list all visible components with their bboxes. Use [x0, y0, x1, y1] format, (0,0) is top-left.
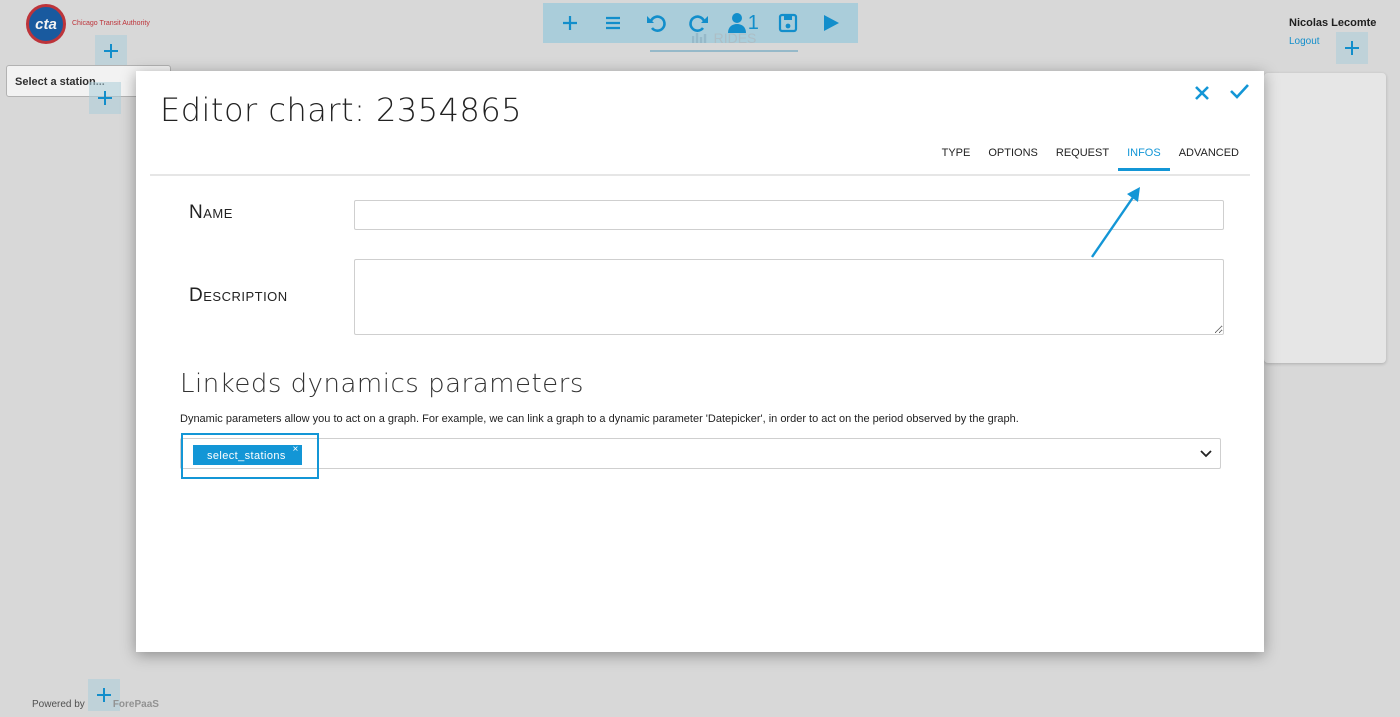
chip-remove-icon[interactable]: × [293, 439, 299, 461]
check-icon[interactable] [1228, 81, 1250, 101]
tabs-divider [150, 174, 1250, 176]
chevron-down-icon [1200, 450, 1212, 458]
parameter-chip: select_stations × [193, 444, 302, 465]
parameter-chip-label: select_stations [207, 450, 286, 462]
tab-type[interactable]: TYPE [933, 143, 980, 171]
tab-request[interactable]: REQUEST [1047, 143, 1118, 171]
modal-title: Editor chart: 2354865 [160, 91, 523, 129]
linked-parameters-title: Linkeds dynamics parameters [180, 369, 584, 399]
linked-parameters-description: Dynamic parameters allow you to act on a… [180, 413, 1019, 425]
tab-infos[interactable]: INFOS [1118, 143, 1170, 171]
tab-options[interactable]: OPTIONS [979, 143, 1047, 171]
editor-tabs: TYPE OPTIONS REQUEST INFOS ADVANCED [933, 143, 1248, 171]
name-label: Name [189, 202, 233, 223]
chart-editor-modal: Editor chart: 2354865 TYPE OPTIONS REQUE… [136, 71, 1264, 652]
description-label: Description [189, 285, 288, 306]
close-icon[interactable] [1192, 83, 1212, 103]
tab-advanced[interactable]: ADVANCED [1170, 143, 1248, 171]
annotation-arrow-icon [1091, 187, 1140, 258]
dynamic-parameters-select[interactable] [180, 438, 1221, 469]
description-field[interactable] [354, 259, 1224, 335]
